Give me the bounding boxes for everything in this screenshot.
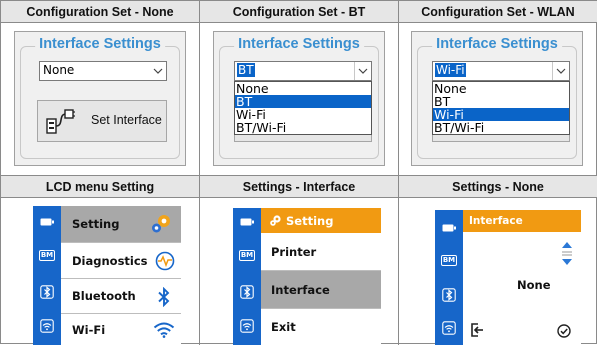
header-config-none: Configuration Set - None — [1, 1, 200, 23]
battery-icon — [237, 212, 257, 232]
lcd-item-exit[interactable]: Exit — [261, 309, 381, 345]
header-config-bt: Configuration Set - BT — [200, 1, 399, 23]
bluetooth-icon — [439, 285, 459, 305]
interface-icon — [44, 106, 76, 141]
lcd-title-bar: Setting — [261, 208, 381, 233]
menu-item-label: Wi-Fi — [72, 322, 106, 337]
figure-grid: Configuration Set - None Configuration S… — [0, 0, 597, 345]
confirm-icon[interactable] — [557, 323, 571, 342]
chevron-down-icon — [354, 62, 371, 80]
wifi-icon — [37, 316, 57, 336]
interface-combo[interactable]: Wi-Fi — [432, 61, 570, 81]
menu-item-label: Diagnostics — [72, 253, 148, 268]
combo-value: None — [43, 63, 75, 77]
dialog-panel: Interface Settings BT None BT Wi-Fi BT/W… — [213, 31, 385, 166]
cell-config-none: Interface Settings None Set Interface — [1, 23, 200, 176]
battery-icon — [37, 212, 57, 232]
menu-item-label: Bluetooth — [72, 289, 136, 303]
header-settings-none: Settings - None — [399, 176, 597, 198]
interface-combo[interactable]: None — [39, 61, 167, 81]
cell-config-bt: Interface Settings BT None BT Wi-Fi BT/W… — [200, 23, 399, 176]
battery-icon — [439, 218, 459, 238]
combo-value: Wi-Fi — [435, 63, 466, 77]
bluetooth-icon — [37, 282, 57, 302]
bm-icon: BM — [439, 250, 459, 270]
interface-dropdown-list[interactable]: None BT Wi-Fi BT/Wi-Fi — [432, 81, 570, 135]
bluetooth-icon — [157, 286, 171, 310]
lcd-sidebar: BM — [435, 210, 463, 345]
cell-config-wlan: Interface Settings Wi-Fi None BT Wi-Fi B… — [399, 23, 597, 176]
lcd-title-bar: Interface — [463, 210, 581, 232]
menu-item-label: Setting — [72, 217, 120, 231]
cell-settings-interface: BM Setting Printer Interface Exit — [200, 198, 399, 345]
lcd-item-interface-selected[interactable]: Interface — [261, 271, 381, 309]
dropdown-option[interactable]: BT/Wi-Fi — [433, 121, 569, 134]
header-label: Settings - Interface — [242, 179, 356, 194]
interface-settings-group: Interface Settings BT None BT Wi-Fi BT/W… — [219, 36, 379, 159]
lcd-item-printer[interactable]: Printer — [261, 233, 381, 271]
dropdown-option[interactable]: BT/Wi-Fi — [235, 121, 371, 134]
lcd-screen: BM Interface None — [435, 210, 581, 345]
dialog-panel: Interface Settings None Set Interface — [14, 31, 186, 166]
bm-icon-label: BM — [238, 249, 256, 261]
gear-icon — [149, 212, 173, 239]
bm-icon-label: BM — [440, 254, 458, 266]
wifi-icon — [237, 316, 257, 336]
lcd-menu-item-bluetooth[interactable]: Bluetooth — [61, 279, 181, 314]
bm-icon: BM — [237, 245, 257, 265]
lcd-menu-item-diagnostics[interactable]: Diagnostics — [61, 243, 181, 279]
header-label: Configuration Set - WLAN — [421, 4, 575, 19]
bm-icon: BM — [37, 245, 57, 265]
dialog-panel: Interface Settings Wi-Fi None BT Wi-Fi B… — [411, 31, 583, 166]
lcd-menu-item-wifi[interactable]: Wi-Fi — [61, 314, 181, 345]
dropdown-option[interactable]: None — [235, 82, 371, 95]
lcd-screen: BM Setting Diagnostics Bluetooth Wi-Fi — [33, 206, 181, 345]
header-label: Configuration Set - BT — [232, 4, 366, 19]
wifi-icon — [439, 318, 459, 338]
interface-value: None — [517, 278, 551, 292]
header-config-wlan: Configuration Set - WLAN — [399, 1, 597, 23]
bm-icon-label: BM — [38, 249, 56, 261]
dropdown-option[interactable]: None — [433, 82, 569, 95]
menu-item-label: Printer — [271, 244, 317, 259]
menu-item-label: Exit — [271, 320, 296, 334]
group-title: Interface Settings — [234, 36, 364, 52]
chevron-down-icon — [552, 62, 569, 80]
cell-settings-none: BM Interface None — [399, 198, 597, 345]
header-label: Settings - None — [452, 179, 544, 194]
header-label: LCD menu Setting — [45, 179, 155, 194]
scroll-arrows-icon[interactable] — [561, 240, 573, 272]
set-interface-button[interactable]: Set Interface — [37, 100, 167, 142]
interface-combo[interactable]: BT — [234, 61, 372, 81]
lcd-menu-item-setting[interactable]: Setting — [61, 206, 181, 243]
wifi-icon — [153, 322, 175, 341]
lcd-title: Interface — [469, 215, 523, 227]
header-lcd-menu: LCD menu Setting — [1, 176, 200, 198]
interface-settings-group: Interface Settings Wi-Fi None BT Wi-Fi B… — [417, 36, 577, 159]
interface-dropdown-list[interactable]: None BT Wi-Fi BT/Wi-Fi — [234, 81, 372, 135]
bluetooth-icon — [237, 282, 257, 302]
set-interface-label: Set Interface — [91, 113, 162, 127]
group-title: Interface Settings — [35, 36, 165, 52]
combo-value: BT — [237, 63, 255, 77]
chevron-down-icon — [149, 62, 166, 80]
lcd-sidebar: BM — [33, 206, 61, 345]
diagnostics-icon — [155, 251, 175, 274]
gear-icon — [269, 214, 282, 227]
exit-icon[interactable] — [469, 322, 485, 342]
header-label: Configuration Set - None — [26, 4, 174, 19]
group-title: Interface Settings — [432, 36, 562, 52]
lcd-screen: BM Setting Printer Interface Exit — [233, 208, 381, 345]
interface-settings-group: Interface Settings None Set Interface — [20, 36, 180, 159]
header-settings-interface: Settings - Interface — [200, 176, 399, 198]
menu-item-label: Interface — [271, 282, 330, 297]
lcd-sidebar: BM — [233, 208, 261, 345]
cell-lcd-menu: BM Setting Diagnostics Bluetooth Wi-Fi — [1, 198, 200, 345]
lcd-title: Setting — [286, 213, 334, 228]
